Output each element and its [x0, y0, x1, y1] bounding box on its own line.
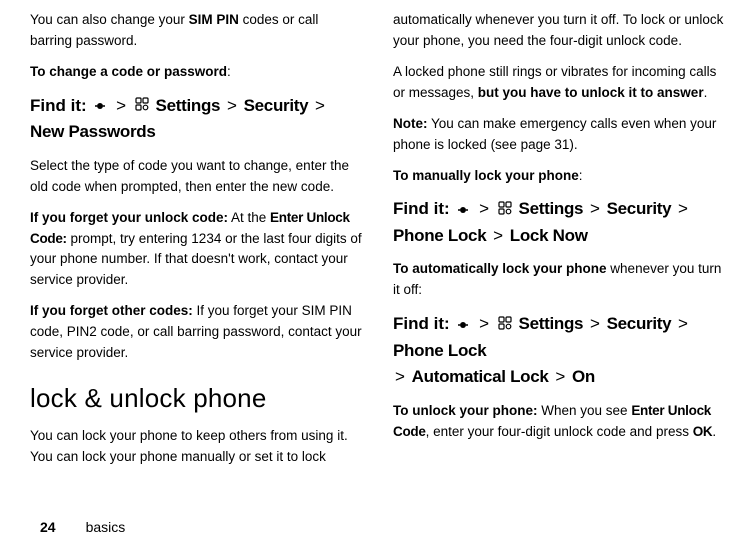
subheading: To manually lock your phone:: [393, 166, 726, 187]
text: prompt, try entering 1234 or the last fo…: [30, 231, 362, 288]
text: At the: [228, 210, 270, 225]
footer-section-label: basics: [86, 519, 126, 535]
menu-path-item: Phone Lock: [393, 341, 486, 360]
find-it-label: Find it:: [393, 199, 450, 218]
ui-label: OK: [693, 424, 713, 439]
paragraph: Select the type of code you want to chan…: [30, 156, 363, 198]
text: .: [712, 424, 716, 439]
settings-icon: [135, 93, 149, 119]
center-key-icon: [456, 312, 470, 338]
separator: >: [227, 96, 237, 115]
text-bold: Note:: [393, 116, 428, 131]
menu-path-item: On: [572, 367, 595, 386]
subheading: To change a code or password:: [30, 62, 363, 83]
menu-path-item: New Passwords: [30, 122, 156, 141]
settings-icon: [498, 312, 512, 338]
text: :: [579, 168, 583, 183]
text: You can make emergency calls even when y…: [393, 116, 716, 152]
separator: >: [678, 314, 688, 333]
separator: >: [479, 314, 489, 333]
menu-path-item: Lock Now: [510, 226, 588, 245]
paragraph: Note: You can make emergency calls even …: [393, 114, 726, 156]
page-number: 24: [40, 519, 56, 535]
paragraph: A locked phone still rings or vibrates f…: [393, 62, 726, 104]
settings-icon: [498, 197, 512, 223]
menu-path-item: Security: [607, 314, 672, 333]
section-heading: lock & unlock phone: [30, 378, 363, 418]
separator: >: [678, 199, 688, 218]
find-it-line: Find it: > Settings > Security > Phone L…: [393, 196, 726, 249]
paragraph: To unlock your phone: When you see Enter…: [393, 401, 726, 443]
find-it-label: Find it:: [393, 314, 450, 333]
text: , enter your four-digit unlock code and …: [426, 424, 693, 439]
separator: >: [479, 199, 489, 218]
left-column: You can also change your SIM PIN codes o…: [30, 10, 363, 509]
page-footer: 24 basics: [30, 509, 726, 535]
text: When you see: [538, 403, 632, 418]
find-it-line: Find it: > Settings > Security > Phone L…: [393, 311, 726, 390]
separator: >: [315, 96, 325, 115]
columns-wrapper: You can also change your SIM PIN codes o…: [30, 10, 726, 509]
text: .: [704, 85, 708, 100]
text-bold: but you have to unlock it to answer: [478, 85, 704, 100]
text: :: [227, 64, 231, 79]
paragraph: If you forget your unlock code: At the E…: [30, 208, 363, 292]
text-bold: If you forget other codes:: [30, 303, 193, 318]
center-key-icon: [456, 197, 470, 223]
paragraph: To automatically lock your phone wheneve…: [393, 259, 726, 301]
paragraph: You can also change your SIM PIN codes o…: [30, 10, 363, 52]
find-it-line: Find it: > Settings > Security > New Pas…: [30, 93, 363, 146]
separator: >: [590, 199, 600, 218]
separator: >: [395, 367, 405, 386]
menu-path-item: Security: [607, 199, 672, 218]
menu-path-item: Settings: [156, 96, 221, 115]
page-container: You can also change your SIM PIN codes o…: [0, 0, 756, 545]
menu-path-item: Security: [244, 96, 309, 115]
text: You can also change your: [30, 12, 189, 27]
paragraph: If you forget other codes: If you forget…: [30, 301, 363, 364]
text-bold: To manually lock your phone: [393, 168, 579, 183]
find-it-label: Find it:: [30, 96, 87, 115]
paragraph: You can lock your phone to keep others f…: [30, 426, 363, 468]
text-bold: To automatically lock your phone: [393, 261, 607, 276]
menu-path-item: Settings: [519, 199, 584, 218]
text-bold: SIM PIN: [189, 12, 239, 27]
menu-path-item: Automatical Lock: [412, 367, 549, 386]
text-bold: To unlock your phone:: [393, 403, 538, 418]
paragraph: automatically whenever you turn it off. …: [393, 10, 726, 52]
separator: >: [493, 226, 503, 245]
text-bold: To change a code or password: [30, 64, 227, 79]
text-bold: If you forget your unlock code:: [30, 210, 228, 225]
center-key-icon: [93, 93, 107, 119]
separator: >: [590, 314, 600, 333]
menu-path-item: Settings: [519, 314, 584, 333]
right-column: automatically whenever you turn it off. …: [393, 10, 726, 509]
menu-path-item: Phone Lock: [393, 226, 486, 245]
separator: >: [555, 367, 565, 386]
separator: >: [116, 96, 126, 115]
